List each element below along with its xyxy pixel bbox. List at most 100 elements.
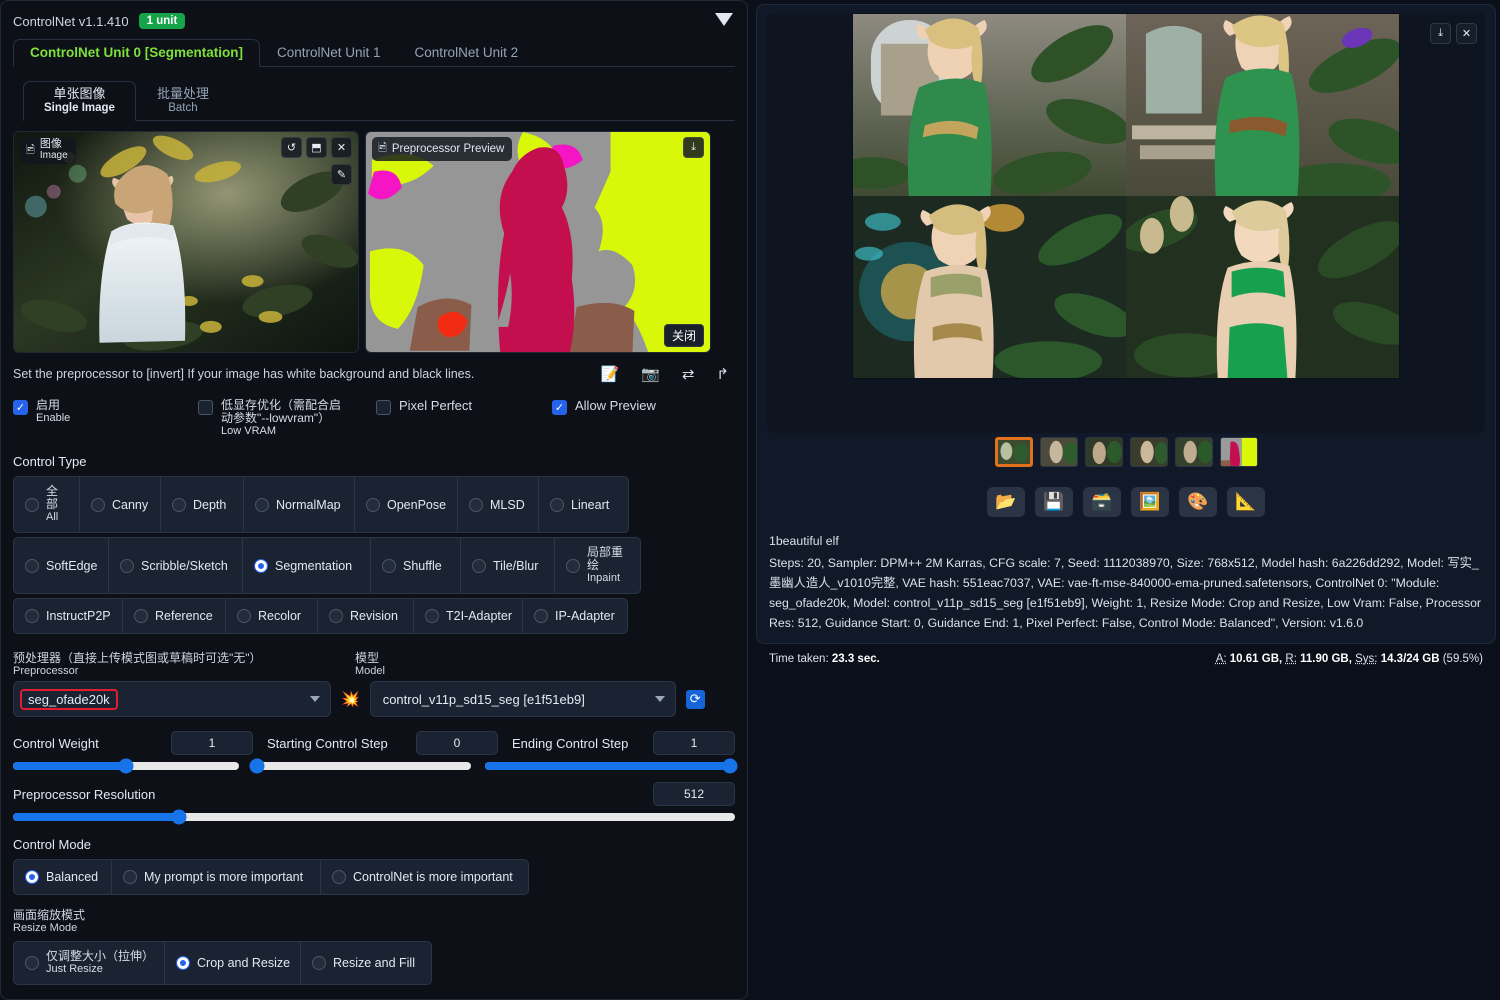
control-type-reference[interactable]: Reference xyxy=(123,598,226,634)
send-to-img2img-icon[interactable]: 🖼️ xyxy=(1131,487,1169,517)
control-type-segmentation[interactable]: Segmentation xyxy=(243,537,371,594)
resize-mode-crop-and-resize[interactable]: Crop and Resize xyxy=(165,941,301,985)
preprocessor-preview-badge: 🖻 Preprocessor Preview xyxy=(372,137,513,161)
chevron-down-icon xyxy=(310,696,320,702)
thumbnail-2[interactable] xyxy=(1039,437,1078,467)
pixel-perfect-checkbox[interactable] xyxy=(376,400,391,415)
control-type-t2i-adapter[interactable]: T2I-Adapter xyxy=(414,598,523,634)
starting-step-label: Starting Control Step xyxy=(267,735,388,751)
control-type-openpose[interactable]: OpenPose xyxy=(355,476,458,533)
zip-icon[interactable]: 🗃️ xyxy=(1083,487,1121,517)
ruler-icon[interactable]: 📐 xyxy=(1227,487,1265,517)
close-icon[interactable]: ✕ xyxy=(1456,23,1477,44)
preprocessor-resolution-slider[interactable] xyxy=(13,809,735,825)
ending-step-value[interactable]: 1 xyxy=(653,731,735,755)
tab-controlnet-unit-0[interactable]: ControlNet Unit 0 [Segmentation] xyxy=(13,39,260,67)
model-select[interactable]: control_v11p_sd15_seg [e1f51eb9] xyxy=(369,681,676,717)
tab-batch[interactable]: 批量处理 Batch xyxy=(136,81,230,120)
control-type-canny[interactable]: Canny xyxy=(80,476,161,533)
control-type-inpaint[interactable]: 局部重绘 Inpaint xyxy=(555,537,641,594)
control-type-softedge[interactable]: SoftEdge xyxy=(13,537,109,594)
swap-icon[interactable]: ⇄ xyxy=(682,365,695,383)
thumbnail-6-segmentation[interactable] xyxy=(1219,437,1258,467)
control-mode-balanced[interactable]: Balanced xyxy=(13,859,112,895)
thumbnail-1[interactable] xyxy=(994,437,1033,467)
radio-icon xyxy=(550,497,564,512)
preprocessor-preview-title: Preprocessor Preview xyxy=(391,142,505,155)
control-type-all[interactable]: 全部 All xyxy=(13,476,80,533)
control-type-recolor[interactable]: Recolor xyxy=(226,598,318,634)
control-type-instructp2p-label: InstructP2P xyxy=(46,609,111,623)
tab-controlnet-unit-2[interactable]: ControlNet Unit 2 xyxy=(398,39,536,66)
thumbnail-4[interactable] xyxy=(1129,437,1168,467)
edit-icon[interactable]: 📝 xyxy=(600,365,619,383)
control-type-tile-blur[interactable]: Tile/Blur xyxy=(461,537,555,594)
starting-step-value[interactable]: 0 xyxy=(416,731,498,755)
radio-icon xyxy=(134,609,148,623)
brush-icon[interactable]: ✎ xyxy=(331,164,352,185)
preprocessor-label-cn: 预处理器（直接上传模式图或草稿时可选"无"） xyxy=(13,651,262,665)
resize-mode-just-resize-cn: 仅调整大小（拉伸） xyxy=(46,949,155,963)
preprocessor-select[interactable]: seg_ofade20k xyxy=(13,681,331,717)
control-type-scribble-sketch[interactable]: Scribble/Sketch xyxy=(109,537,243,594)
enable-label-en: Enable xyxy=(36,412,71,424)
radio-icon xyxy=(255,497,269,512)
control-type-depth[interactable]: Depth xyxy=(161,476,244,533)
palette-icon[interactable]: 🎨 xyxy=(1179,487,1217,517)
thumbnail-3[interactable] xyxy=(1084,437,1123,467)
control-type-ip-adapter[interactable]: IP-Adapter xyxy=(523,598,628,634)
chevron-down-icon[interactable] xyxy=(715,13,733,26)
undo-icon[interactable]: ↺ xyxy=(281,137,302,158)
enable-checkbox[interactable]: ✓ xyxy=(13,400,28,415)
control-mode-my-prompt[interactable]: My prompt is more important xyxy=(112,859,321,895)
control-type-mlsd[interactable]: MLSD xyxy=(458,476,539,533)
preprocessor-resolution-value[interactable]: 512 xyxy=(653,782,735,806)
radio-icon xyxy=(120,558,134,573)
camera-icon[interactable]: 📷 xyxy=(641,365,660,383)
resize-mode-fill-label: Resize and Fill xyxy=(333,956,415,970)
control-weight-value[interactable]: 1 xyxy=(171,731,253,755)
result-cell-4[interactable] xyxy=(1126,196,1399,378)
control-type-normalmap[interactable]: NormalMap xyxy=(244,476,355,533)
preprocessor-hint: Set the preprocessor to [invert] If your… xyxy=(13,367,475,381)
control-type-group: 全部 All Canny Depth NormalMap OpenPose ML… xyxy=(13,476,735,638)
download-icon[interactable]: ⤓ xyxy=(683,137,704,158)
save-icon[interactable]: 💾 xyxy=(1035,487,1073,517)
result-cell-2[interactable] xyxy=(1126,14,1399,196)
resize-mode-just-resize[interactable]: 仅调整大小（拉伸） Just Resize xyxy=(13,941,165,985)
close-icon[interactable]: ✕ xyxy=(331,137,352,158)
eraser-icon[interactable]: ⬒ xyxy=(306,137,327,158)
send-icon[interactable]: ↱ xyxy=(716,365,729,383)
tab-single-image[interactable]: 单张图像 Single Image xyxy=(23,81,136,121)
radio-icon xyxy=(25,956,39,970)
preview-close-button[interactable]: 关闭 xyxy=(663,324,704,347)
mem-sys-pct: (59.5%) xyxy=(1442,653,1483,665)
tab-controlnet-unit-1[interactable]: ControlNet Unit 1 xyxy=(260,39,398,66)
control-type-revision[interactable]: Revision xyxy=(318,598,414,634)
allow-preview-checkbox[interactable]: ✓ xyxy=(552,400,567,415)
control-weight-slider[interactable] xyxy=(13,758,239,774)
control-type-shuffle[interactable]: Shuffle xyxy=(371,537,461,594)
image-tools-secondary: ✎ xyxy=(331,164,352,185)
resize-mode-resize-and-fill[interactable]: Resize and Fill xyxy=(301,941,432,985)
low-vram-checkbox[interactable] xyxy=(198,400,213,415)
burst-icon[interactable]: 💥 xyxy=(341,690,360,708)
folder-icon[interactable]: 📂 xyxy=(987,487,1025,517)
download-icon[interactable]: ⤓ xyxy=(1430,23,1451,44)
result-cell-3[interactable] xyxy=(853,196,1126,378)
thumbnail-5[interactable] xyxy=(1174,437,1213,467)
result-cell-1[interactable] xyxy=(853,14,1126,196)
input-image-dropzone[interactable]: 🖻 图像 Image ↺ ⬒ ✕ ✎ xyxy=(13,131,359,353)
ending-step-slider[interactable] xyxy=(485,758,738,774)
control-mode-controlnet[interactable]: ControlNet is more important xyxy=(321,859,529,895)
preprocessor-preview-box[interactable]: 🖻 Preprocessor Preview ⤓ 关闭 xyxy=(365,131,711,353)
starting-step-slider[interactable] xyxy=(249,758,471,774)
app-title: ControlNet v1.1.410 xyxy=(13,13,129,29)
preprocessor-resolution-label: Preprocessor Resolution xyxy=(13,786,156,802)
result-image-grid[interactable] xyxy=(852,13,1400,379)
radio-icon xyxy=(25,609,39,623)
result-thumbnail-strip xyxy=(757,437,1495,467)
refresh-icon[interactable]: ⟳ xyxy=(685,689,705,709)
control-type-instructp2p[interactable]: InstructP2P xyxy=(13,598,123,634)
control-type-lineart[interactable]: Lineart xyxy=(539,476,629,533)
